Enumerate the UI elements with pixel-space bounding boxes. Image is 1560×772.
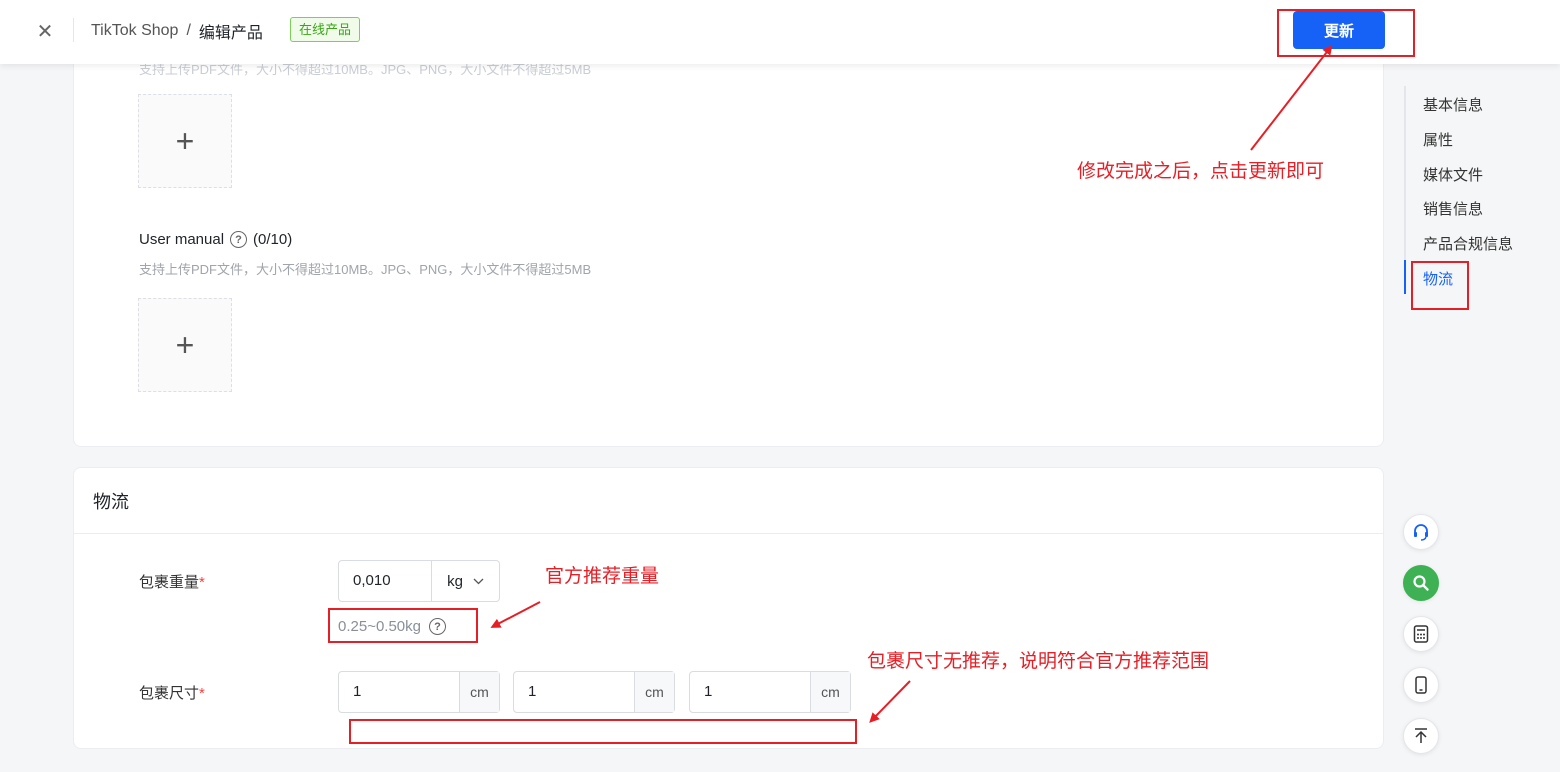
size-width-group: 1 cm xyxy=(513,671,675,713)
user-manual-upload-tile[interactable]: + xyxy=(138,298,232,392)
weight-label-text: 包裹重量 xyxy=(139,574,200,591)
media-section-card: 支持上传PDF文件，大小不得超过10MB。JPG、PNG，大小文件不得超过5MB… xyxy=(73,40,1384,447)
weight-unit-value: kg xyxy=(447,572,463,590)
size-height-input[interactable]: 1 xyxy=(690,672,810,712)
user-manual-title: User manual xyxy=(139,231,225,248)
annotation-size-tip: 包裹尺寸无推荐，说明符合官方推荐范围 xyxy=(867,650,1210,672)
required-mark: * xyxy=(199,685,205,702)
breadcrumb-separator: / xyxy=(186,22,191,39)
size-width-input[interactable]: 1 xyxy=(514,672,634,712)
size-label: 包裹尺寸* xyxy=(139,682,205,703)
user-manual-label: User manual ? (0/10) xyxy=(139,231,292,248)
annotation-update-tip: 修改完成之后，点击更新即可 xyxy=(1077,160,1325,182)
anchor-item-attributes[interactable]: 属性 xyxy=(1423,129,1453,150)
anchor-item-compliance[interactable]: 产品合规信息 xyxy=(1423,233,1513,254)
status-badge: 在线产品 xyxy=(290,17,361,42)
size-length-input[interactable]: 1 xyxy=(339,672,459,712)
breadcrumb-current: 编辑产品 xyxy=(198,25,263,42)
size-unit: cm xyxy=(634,672,674,712)
size-height-group: 1 cm xyxy=(689,671,851,713)
anchor-item-basic-info[interactable]: 基本信息 xyxy=(1423,94,1483,115)
top-bar: ✕ TikTok Shop / 编辑产品 在线产品 更新 xyxy=(0,0,1560,64)
chevron-down-icon xyxy=(473,578,484,584)
required-mark: * xyxy=(199,574,205,591)
help-icon[interactable]: ? xyxy=(429,618,446,635)
logistics-title: 物流 xyxy=(93,492,129,512)
breadcrumb: TikTok Shop / 编辑产品 xyxy=(91,19,263,43)
anchor-active-indicator xyxy=(1404,260,1406,294)
size-unit: cm xyxy=(459,672,499,712)
anchor-item-media[interactable]: 媒体文件 xyxy=(1423,164,1483,185)
user-manual-hint: 支持上传PDF文件，大小不得超过10MB。JPG、PNG，大小文件不得超过5MB xyxy=(139,262,592,277)
logistics-section-card: 物流 包裹重量* 0,010 kg 0.25~0.50kg ? 包裹尺寸* 1 … xyxy=(73,467,1384,749)
anchor-item-sales[interactable]: 销售信息 xyxy=(1423,198,1483,219)
topbar-divider xyxy=(73,18,74,42)
breadcrumb-root[interactable]: TikTok Shop xyxy=(91,22,178,40)
weight-unit-select[interactable]: kg xyxy=(431,561,499,601)
update-button[interactable]: 更新 xyxy=(1293,11,1385,49)
size-length-group: 1 cm xyxy=(338,671,500,713)
weight-input[interactable]: 0,010 xyxy=(339,561,431,601)
upload-tile[interactable]: + xyxy=(138,94,232,188)
search-icon[interactable] xyxy=(1403,565,1439,601)
size-label-text: 包裹尺寸 xyxy=(139,685,200,702)
user-manual-count: (0/10) xyxy=(253,231,293,248)
section-divider xyxy=(74,533,1383,534)
weight-recommended-range: 0.25~0.50kg ? xyxy=(338,618,446,635)
headset-icon[interactable] xyxy=(1403,514,1439,550)
size-unit: cm xyxy=(810,672,850,712)
weight-label: 包裹重量* xyxy=(139,571,205,592)
plus-icon: + xyxy=(175,326,195,363)
help-icon[interactable]: ? xyxy=(230,231,248,248)
weight-input-group: 0,010 kg xyxy=(338,560,500,602)
mobile-icon[interactable] xyxy=(1403,667,1439,703)
annotation-weight-tip: 官方推荐重量 xyxy=(545,565,660,587)
anchor-item-logistics[interactable]: 物流 xyxy=(1423,268,1453,289)
weight-range-text: 0.25~0.50kg xyxy=(338,618,421,635)
plus-icon: + xyxy=(175,122,195,159)
close-icon[interactable]: ✕ xyxy=(30,16,60,46)
back-to-top-icon[interactable] xyxy=(1403,718,1439,754)
calculator-icon[interactable] xyxy=(1403,616,1439,652)
